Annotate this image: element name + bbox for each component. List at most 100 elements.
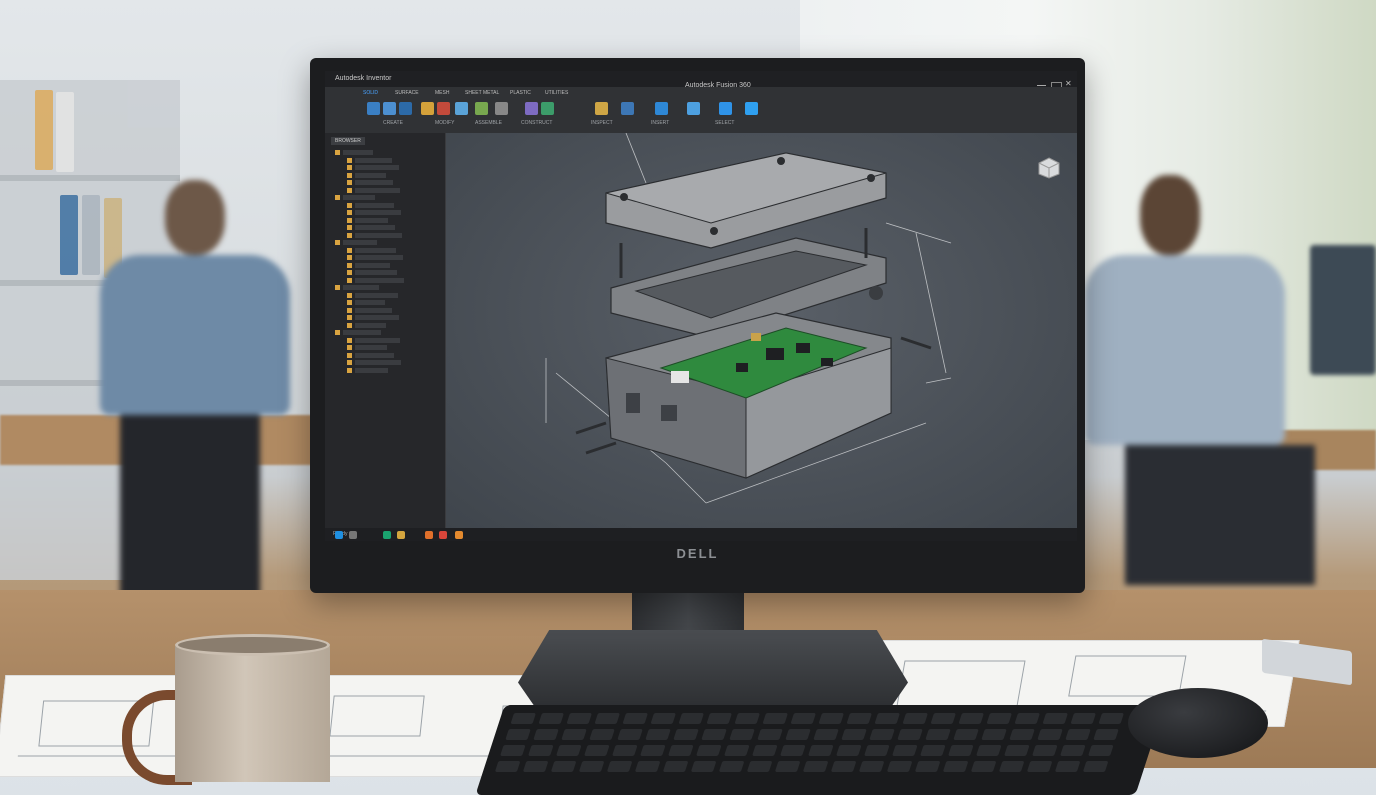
group-select[interactable]: SELECT: [715, 120, 734, 126]
revolve-button[interactable]: [383, 102, 396, 115]
browser-tree-label: [355, 157, 392, 163]
tab-surface[interactable]: SURFACE: [395, 90, 419, 96]
keyboard-key: [802, 761, 829, 772]
insert-button[interactable]: [655, 102, 668, 115]
browser-tree-item[interactable]: [347, 164, 399, 171]
keyboard-key: [762, 713, 789, 724]
combine-button[interactable]: [455, 102, 468, 115]
fillet-button[interactable]: [421, 102, 434, 115]
tab-plastic[interactable]: PLASTIC: [510, 90, 531, 96]
browser-tree-item[interactable]: [335, 239, 377, 246]
browser-tree-label: [355, 292, 398, 298]
browser-tree-label: [355, 367, 388, 373]
keyboard-key: [790, 713, 817, 724]
keyboard-key: [864, 745, 890, 756]
move-button[interactable]: [495, 102, 508, 115]
axis-button[interactable]: [541, 102, 554, 115]
keyboard-key: [617, 729, 643, 740]
keyboard-key: [640, 745, 666, 756]
shell-button[interactable]: [437, 102, 450, 115]
browser-tree-item[interactable]: [347, 277, 404, 284]
keyboard-key: [706, 713, 733, 724]
tab-solid[interactable]: SOLID: [363, 90, 378, 96]
browser-tree-label: [355, 322, 386, 328]
browser-tree-item[interactable]: [347, 344, 387, 351]
browser-tree-item[interactable]: [347, 172, 386, 179]
group-inspect[interactable]: INSPECT: [591, 120, 613, 126]
edge-icon[interactable]: [383, 531, 391, 539]
browser-tree-item[interactable]: [347, 202, 394, 209]
browser-tree-item[interactable]: [347, 307, 392, 314]
keyboard-key: [650, 713, 677, 724]
explorer-icon[interactable]: [397, 531, 405, 539]
tab-utilities[interactable]: UTILITIES: [545, 90, 568, 96]
component-icon: [347, 352, 352, 358]
browser-tree-item[interactable]: [347, 262, 390, 269]
browser-tree-item[interactable]: [347, 179, 393, 186]
model-browser-panel: BROWSER: [325, 133, 446, 528]
select-button[interactable]: [687, 102, 700, 115]
browser-tree-item[interactable]: [347, 337, 400, 344]
keyboard-key: [1065, 729, 1091, 740]
chrome-icon[interactable]: [439, 531, 447, 539]
browser-tree-item[interactable]: [347, 157, 392, 164]
keyboard-key: [550, 761, 577, 772]
section-button[interactable]: [621, 102, 634, 115]
group-construct[interactable]: CONSTRUCT: [521, 120, 552, 126]
browser-tree-label: [343, 330, 381, 336]
browser-tree-item[interactable]: [347, 359, 401, 366]
browser-tree-item[interactable]: [347, 299, 385, 306]
hole-button[interactable]: [399, 102, 412, 115]
component-icon: [347, 210, 352, 216]
group-assemble[interactable]: ASSEMBLE: [475, 120, 502, 126]
browser-tree-item[interactable]: [335, 284, 379, 291]
canvas-button[interactable]: [745, 102, 758, 115]
decal-button[interactable]: [719, 102, 732, 115]
browser-tree-item[interactable]: [335, 194, 375, 201]
browser-tree-item[interactable]: [347, 247, 396, 254]
mug-rim: [175, 634, 330, 656]
browser-tree-item[interactable]: [347, 232, 402, 239]
keyboard-key: [746, 761, 773, 772]
browser-tree-item[interactable]: [347, 217, 388, 224]
joint-button[interactable]: [475, 102, 488, 115]
browser-tree-item[interactable]: [347, 209, 401, 216]
component-icon: [347, 255, 352, 261]
browser-tree-item[interactable]: [335, 329, 381, 336]
fusion-icon[interactable]: [425, 531, 433, 539]
keyboard-key: [841, 729, 867, 740]
browser-tree-item[interactable]: [347, 367, 388, 374]
browser-tree-item[interactable]: [347, 314, 399, 321]
tab-mesh[interactable]: MESH: [435, 90, 449, 96]
browser-tree-item[interactable]: [347, 292, 398, 299]
enclosure-assembly-model: [545, 132, 952, 504]
keyboard-key: [976, 745, 1002, 756]
browser-tree-item[interactable]: [347, 254, 403, 261]
measure-button[interactable]: [595, 102, 608, 115]
group-modify[interactable]: MODIFY: [435, 120, 454, 126]
browser-tree-item[interactable]: [347, 352, 394, 359]
tab-sheet-metal[interactable]: SHEET METAL: [465, 90, 499, 96]
browser-tree-item[interactable]: [347, 322, 386, 329]
keyboard-key: [1070, 713, 1097, 724]
viewcube-icon[interactable]: [1038, 157, 1060, 179]
browser-tree-item[interactable]: [347, 187, 400, 194]
plane-button[interactable]: [525, 102, 538, 115]
keyboard-key: [892, 745, 918, 756]
start-icon[interactable]: [335, 531, 343, 539]
keyboard: [475, 705, 1165, 795]
group-insert[interactable]: INSERT: [651, 120, 669, 126]
group-create[interactable]: CREATE: [383, 120, 403, 126]
browser-tree-item[interactable]: [347, 224, 395, 231]
browser-tree-label: [355, 255, 403, 261]
minimize-icon[interactable]: [1037, 82, 1046, 86]
keyboard-key: [696, 745, 722, 756]
extrude-button[interactable]: [367, 102, 380, 115]
close-icon[interactable]: ✕: [1065, 79, 1074, 88]
3d-viewport[interactable]: [446, 132, 1077, 528]
browser-tree-item[interactable]: [335, 149, 373, 156]
app-icon[interactable]: [455, 531, 463, 539]
browser-tree-item[interactable]: [347, 269, 397, 276]
component-icon: [347, 172, 352, 178]
search-icon[interactable]: [349, 531, 357, 539]
